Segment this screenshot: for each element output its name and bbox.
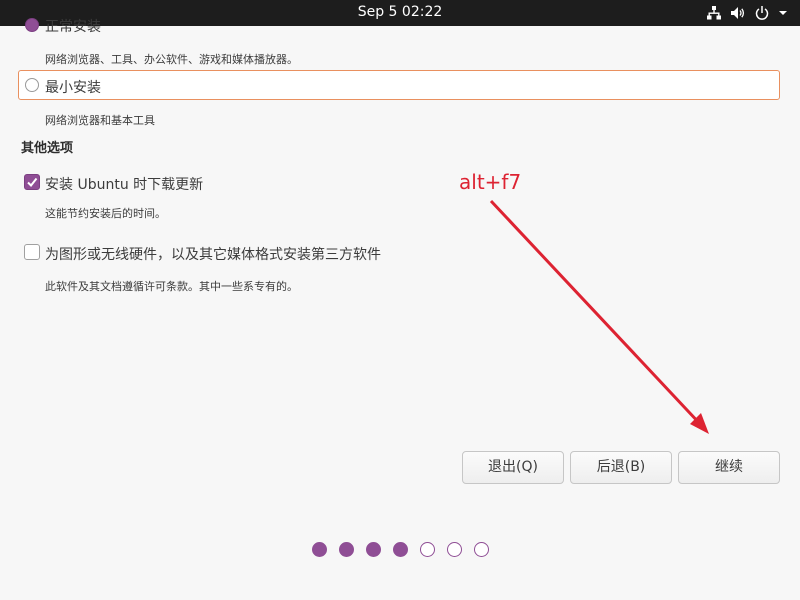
chevron-down-icon[interactable] (778, 5, 788, 21)
minimal-install-radio[interactable] (25, 78, 39, 92)
normal-install-radio[interactable] (25, 18, 39, 32)
top-bar: Sep 5 02:22 (0, 0, 800, 26)
quit-button[interactable]: 退出(Q) (462, 451, 564, 484)
progress-dot (419, 542, 435, 557)
clock[interactable]: Sep 5 02:22 (0, 4, 800, 20)
minimal-install-label[interactable]: 最小安装 (45, 77, 101, 97)
third-party-checkbox[interactable] (24, 244, 40, 260)
progress-indicator (0, 542, 800, 562)
minimal-install-row[interactable] (18, 70, 780, 100)
download-updates-label[interactable]: 安装 Ubuntu 时下载更新 (45, 174, 203, 194)
other-options-title: 其他选项 (21, 141, 74, 156)
installer-updates-page: 正常安装 网络浏览器、工具、办公软件、游戏和媒体播放器。 最小安装 网络浏览器和… (0, 18, 800, 600)
minimal-install-description: 网络浏览器和基本工具 (45, 114, 155, 127)
progress-dot (365, 542, 381, 557)
system-tray[interactable] (706, 4, 788, 22)
progress-dot (338, 542, 354, 557)
annotation-text: alt+f7 (459, 170, 522, 194)
checkmark-icon (27, 177, 38, 188)
power-icon[interactable] (754, 5, 770, 21)
continue-button[interactable]: 继续 (678, 451, 780, 484)
third-party-label[interactable]: 为图形或无线硬件，以及其它媒体格式安装第三方软件 (45, 244, 381, 264)
progress-dot (473, 542, 489, 557)
progress-dot (392, 542, 408, 557)
volume-icon[interactable] (730, 5, 746, 21)
back-button[interactable]: 后退(B) (570, 451, 672, 484)
annotation-arrow-icon (489, 199, 709, 434)
third-party-description: 此软件及其文档遵循许可条款。其中一些系专有的。 (45, 280, 298, 293)
network-icon[interactable] (706, 5, 722, 21)
normal-install-description: 网络浏览器、工具、办公软件、游戏和媒体播放器。 (45, 53, 298, 66)
download-updates-description: 这能节约安装后的时间。 (45, 207, 166, 220)
progress-dot (446, 542, 462, 557)
normal-install-label[interactable]: 正常安装 (45, 16, 101, 36)
download-updates-checkbox[interactable] (24, 174, 40, 190)
progress-dot (311, 542, 327, 557)
